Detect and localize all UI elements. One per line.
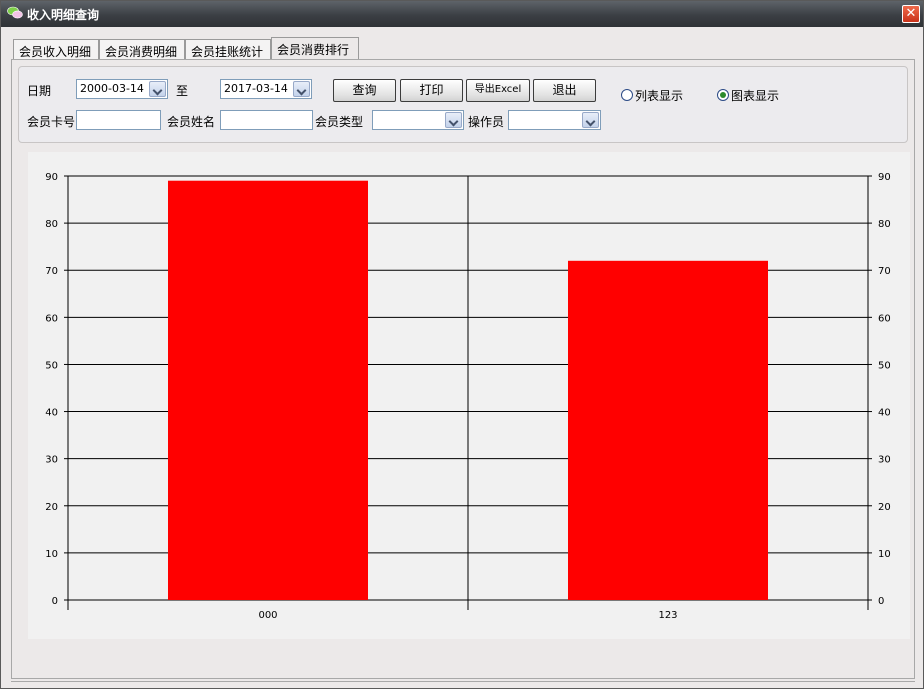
y-tick-label-left: 10	[45, 549, 58, 560]
to-label: 至	[176, 84, 189, 98]
chart-view-label[interactable]: 图表显示	[731, 87, 779, 104]
y-tick-label-left: 90	[45, 172, 58, 183]
tab-label: 会员消费明细	[105, 45, 178, 59]
tab-consumption-detail[interactable]: 会员消费明细	[99, 39, 185, 60]
y-tick-label-right: 40	[878, 408, 891, 419]
app-window: 收入明细查询 ✕ 会员收入明细 会员消费明细 会员挂账统计 会员消费排行 日期 …	[0, 0, 924, 689]
list-view-label[interactable]: 列表显示	[635, 87, 683, 104]
card-number-input[interactable]	[76, 110, 161, 130]
bar	[568, 260, 768, 600]
y-tick-label-right: 70	[878, 266, 891, 277]
tab-content: 日期 2000-03-14 至 2017-03-14 查询 打印 导出Excel…	[11, 59, 915, 679]
y-tick-label-right: 50	[878, 360, 891, 371]
list-view-radio[interactable]	[621, 89, 633, 101]
y-tick-label-right: 60	[878, 313, 891, 324]
bar-chart: 0 0 10 10 20 20 30 30 40 40 50 50 60 60 70 70 80 80 90 90 00…	[45, 172, 891, 621]
card-number-label: 会员卡号	[27, 115, 76, 129]
chevron-down-icon[interactable]	[149, 81, 166, 97]
chevron-down-icon[interactable]	[582, 112, 599, 128]
operator-label: 操作员	[468, 115, 505, 129]
print-button[interactable]: 打印	[400, 79, 463, 102]
y-tick-label-left: 50	[45, 360, 58, 371]
tab-label: 会员收入明细	[19, 45, 92, 59]
y-tick-label-left: 70	[45, 266, 58, 277]
y-tick-label-right: 0	[878, 596, 884, 607]
query-button[interactable]: 查询	[333, 79, 396, 102]
date-from-picker[interactable]: 2000-03-14	[76, 79, 168, 99]
y-tick-label-right: 30	[878, 455, 891, 466]
chevron-down-icon[interactable]	[445, 112, 462, 128]
member-type-label: 会员类型	[315, 115, 364, 129]
member-name-input[interactable]	[220, 110, 313, 130]
tab-income-detail[interactable]: 会员收入明细	[13, 39, 99, 60]
chart-panel: 0 0 10 10 20 20 30 30 40 40 50 50 60 60 70 70 80 80 90 90 00…	[28, 152, 910, 639]
date-to-value: 2017-03-14	[224, 82, 288, 95]
y-tick-label-left: 20	[45, 502, 58, 513]
chart-view-radio[interactable]	[717, 89, 729, 101]
close-button[interactable]: ✕	[902, 5, 920, 23]
y-tick-label-left: 40	[45, 408, 58, 419]
chat-bubbles-icon	[7, 6, 23, 19]
bar	[168, 180, 368, 600]
y-tick-label-right: 20	[878, 502, 891, 513]
title-bar[interactable]: 收入明细查询 ✕	[1, 1, 923, 27]
y-tick-label-right: 90	[878, 172, 891, 183]
export-excel-button[interactable]: 导出Excel	[466, 79, 530, 102]
date-label: 日期	[27, 84, 52, 98]
y-tick-label-right: 80	[878, 219, 891, 230]
y-tick-label-left: 80	[45, 219, 58, 230]
status-divider	[11, 681, 915, 682]
y-tick-label-left: 60	[45, 313, 58, 324]
y-tick-label-left: 30	[45, 455, 58, 466]
filter-panel: 日期 2000-03-14 至 2017-03-14 查询 打印 导出Excel…	[18, 66, 908, 143]
date-from-value: 2000-03-14	[80, 82, 144, 95]
operator-select[interactable]	[508, 110, 601, 130]
window-title: 收入明细查询	[27, 8, 100, 22]
member-name-label: 会员姓名	[167, 115, 216, 129]
y-tick-label-left: 0	[52, 596, 58, 607]
x-tick-label: 123	[658, 610, 677, 621]
tab-credit-stats[interactable]: 会员挂账统计	[185, 39, 271, 60]
x-tick-label: 000	[258, 610, 277, 621]
y-tick-label-right: 10	[878, 549, 891, 560]
close-icon: ✕	[905, 6, 917, 21]
tab-label: 会员消费排行	[277, 43, 350, 57]
member-type-select[interactable]	[372, 110, 464, 130]
chevron-down-icon[interactable]	[293, 81, 310, 97]
tab-consumption-ranking[interactable]: 会员消费排行	[271, 37, 359, 61]
tab-label: 会员挂账统计	[191, 45, 264, 59]
exit-button[interactable]: 退出	[533, 79, 596, 102]
date-to-picker[interactable]: 2017-03-14	[220, 79, 312, 99]
